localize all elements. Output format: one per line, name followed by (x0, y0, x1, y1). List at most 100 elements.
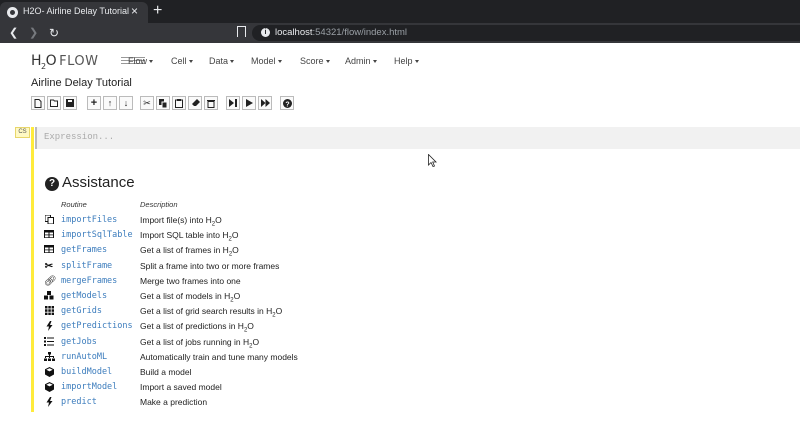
menu-data[interactable]: Data (209, 56, 235, 66)
assistance-row-importFiles: importFiles Import file(s) into H2O (44, 214, 384, 229)
bolt-icon (44, 321, 54, 332)
step-forward-icon (229, 99, 237, 107)
assistance-row-importModel: importModel Import a saved model (44, 381, 384, 396)
move-cell-up-button[interactable]: ↑ (103, 96, 117, 110)
copy-cell-button[interactable] (156, 96, 170, 110)
cell-editor[interactable]: Expression... (35, 127, 800, 149)
cell-type-label[interactable]: CS (15, 127, 30, 138)
menu-score[interactable]: Score (300, 56, 330, 66)
routine-link[interactable]: splitFrame (61, 261, 112, 271)
routine-link[interactable]: getGrids (61, 306, 102, 316)
grid-icon (44, 306, 54, 316)
routine-link[interactable]: importModel (61, 382, 117, 392)
browser-tab[interactable]: H2O- Airline Delay Tutorial × (0, 2, 148, 23)
caret-down-icon (277, 60, 282, 64)
folder-open-icon (49, 99, 58, 107)
routine-link[interactable]: getFrames (61, 245, 107, 255)
routine-link[interactable]: importFiles (61, 215, 117, 225)
clear-cell-button[interactable] (188, 96, 202, 110)
assistance-row-getModels: getModels Get a list of models in H2O (44, 290, 384, 305)
menu-model[interactable]: Model (251, 56, 282, 66)
assistance-row-runAutoML: runAutoML Automatically train and tune ma… (44, 351, 384, 366)
fast-forward-icon (260, 99, 270, 107)
routine-link[interactable]: buildModel (61, 367, 112, 377)
assistance-row-getFrames: getFrames Get a list of frames in H2O (44, 244, 384, 259)
paste-icon (175, 99, 183, 108)
caret-down-icon (149, 60, 154, 64)
move-cell-down-button[interactable]: ↓ (119, 96, 133, 110)
insert-cell-button[interactable]: + (87, 96, 101, 110)
svg-text:?: ? (285, 101, 289, 108)
link-icon: 🔗︎ (44, 275, 57, 287)
column-header-description: Description (140, 200, 178, 209)
routine-description: Get a list of models in H2O (140, 291, 241, 304)
eraser-icon (191, 99, 200, 106)
routine-description: Import a saved model (140, 382, 222, 393)
save-notebook-button[interactable] (63, 96, 77, 110)
browser-tabstrip: H2O- Airline Delay Tutorial × + (0, 0, 800, 23)
routine-link[interactable]: getPredictions (61, 321, 133, 331)
cubes-icon (44, 291, 54, 301)
run-cell-button[interactable] (242, 96, 256, 110)
copy-icon (44, 214, 54, 225)
new-notebook-button[interactable] (31, 96, 45, 110)
routine-link[interactable]: importSqlTable (61, 230, 133, 240)
mouse-cursor-icon (428, 154, 437, 167)
reload-button[interactable]: ↻ (49, 26, 59, 40)
address-bar[interactable]: i localhost:54321/flow/index.html (252, 25, 800, 41)
notebook-title[interactable]: Airline Delay Tutorial (31, 77, 132, 89)
caret-down-icon (188, 60, 193, 64)
paste-cell-button[interactable] (172, 96, 186, 110)
favicon-icon (7, 7, 18, 18)
cut-cell-button[interactable]: ✂ (140, 96, 154, 110)
tab-close-button[interactable]: × (131, 4, 138, 18)
column-header-routine: Routine (61, 200, 87, 209)
cube-icon (44, 367, 54, 377)
trash-icon (207, 100, 215, 108)
routine-link[interactable]: mergeFrames (61, 276, 117, 286)
routine-description: Get a list of frames in H2O (140, 245, 239, 259)
routine-description: Get a list of jobs running in H2O (140, 336, 260, 350)
routine-link[interactable]: runAutoML (61, 352, 107, 362)
info-icon[interactable]: i (261, 28, 270, 37)
list-icon (44, 336, 54, 347)
menu-cell[interactable]: Cell (171, 56, 193, 66)
forward-button[interactable]: ❯ (29, 26, 38, 40)
h2o-flow-logo[interactable]: H2O FLOW (31, 52, 145, 72)
new-tab-button[interactable]: + (153, 1, 162, 21)
routine-link[interactable]: getJobs (61, 337, 97, 347)
open-notebook-button[interactable] (47, 96, 61, 110)
menu-flow[interactable]: Flow (128, 56, 154, 66)
run-all-button[interactable] (258, 96, 272, 110)
scissors-icon: ✂ (44, 260, 54, 272)
caret-down-icon (230, 60, 235, 64)
routine-description: Build a model (140, 367, 192, 377)
delete-cell-button[interactable] (204, 96, 218, 110)
routine-description: Make a prediction (140, 397, 208, 408)
browser-toolbar: ❮ ❯ ↻ i localhost:54321/flow/index.html (0, 23, 800, 43)
scissors-icon: ✂ (143, 98, 151, 108)
back-button[interactable]: ❮ (9, 26, 18, 40)
bookmark-icon[interactable] (237, 26, 246, 37)
run-to-here-button[interactable] (226, 96, 240, 110)
assistance-row-getGrids: getGrids Get a list of grid search result… (44, 305, 384, 320)
routine-description: Import SQL table into H2O (140, 230, 239, 243)
save-icon (66, 99, 74, 107)
assistance-row-splitFrame: ✂ splitFrame Split a frame into two or mor… (44, 260, 384, 275)
plus-icon: + (90, 97, 98, 109)
table-icon (44, 230, 54, 240)
assistance-row-getJobs: getJobs Get a list of jobs running in H2O (44, 336, 384, 351)
routine-link[interactable]: predict (61, 397, 97, 407)
tab-title: H2O- Airline Delay Tutorial (23, 6, 130, 16)
url-text[interactable]: localhost:54321/flow/index.html (275, 27, 407, 38)
active-cell-indicator (31, 127, 34, 412)
routine-description: Split a frame into two or more frames (140, 260, 280, 271)
menu-help[interactable]: Help (394, 56, 419, 66)
routine-link[interactable]: getModels (61, 291, 107, 301)
assistance-heading: ? Assistance (45, 174, 135, 191)
menu-admin[interactable]: Admin (345, 56, 377, 66)
play-icon (246, 99, 253, 107)
assistance-row-importSqlTable: importSqlTable Import SQL table into H2O (44, 229, 384, 244)
help-button[interactable]: ? (280, 96, 294, 110)
sitemap-icon (44, 351, 55, 362)
